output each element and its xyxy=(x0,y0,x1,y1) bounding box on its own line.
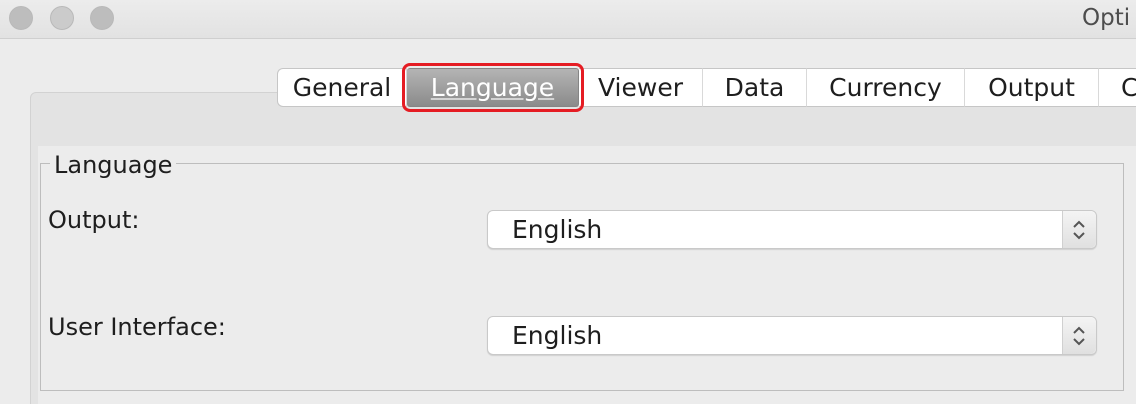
updown-chevron-icon[interactable] xyxy=(1062,211,1096,248)
close-icon[interactable] xyxy=(9,6,33,30)
output-label: Output: xyxy=(48,206,140,234)
group-title: Language xyxy=(50,150,177,180)
options-window: Opti General Language Viewer Data Curren… xyxy=(0,0,1136,404)
tab-label: C xyxy=(1121,73,1136,102)
tab-output[interactable]: Output xyxy=(965,68,1099,107)
output-language-select[interactable]: English xyxy=(487,210,1097,249)
select-value: English xyxy=(512,321,603,350)
zoom-icon[interactable] xyxy=(90,6,114,30)
minimize-icon[interactable] xyxy=(50,6,74,30)
tab-data[interactable]: Data xyxy=(703,68,807,107)
select-value: English xyxy=(512,215,603,244)
tab-bar: General Language Viewer Data Currency Ou… xyxy=(277,63,1136,112)
tab-label: General xyxy=(292,73,392,102)
ui-language-select[interactable]: English xyxy=(487,316,1097,355)
tab-viewer[interactable]: Viewer xyxy=(579,68,703,107)
tab-label: Currency xyxy=(829,73,942,102)
title-bar: Opti xyxy=(0,0,1136,39)
tab-label: Language xyxy=(430,73,555,102)
tab-language[interactable]: Language xyxy=(402,63,584,112)
tab-label: Output xyxy=(988,73,1075,102)
tab-label: Viewer xyxy=(598,73,683,102)
tab-currency[interactable]: Currency xyxy=(807,68,965,107)
user-interface-label: User Interface: xyxy=(48,313,226,341)
tab-more[interactable]: C xyxy=(1099,68,1136,107)
window-title: Opti xyxy=(1082,5,1131,31)
updown-chevron-icon[interactable] xyxy=(1062,317,1096,354)
tab-label: Data xyxy=(724,73,785,102)
tab-general[interactable]: General xyxy=(277,68,407,107)
language-groupbox xyxy=(40,163,1124,391)
